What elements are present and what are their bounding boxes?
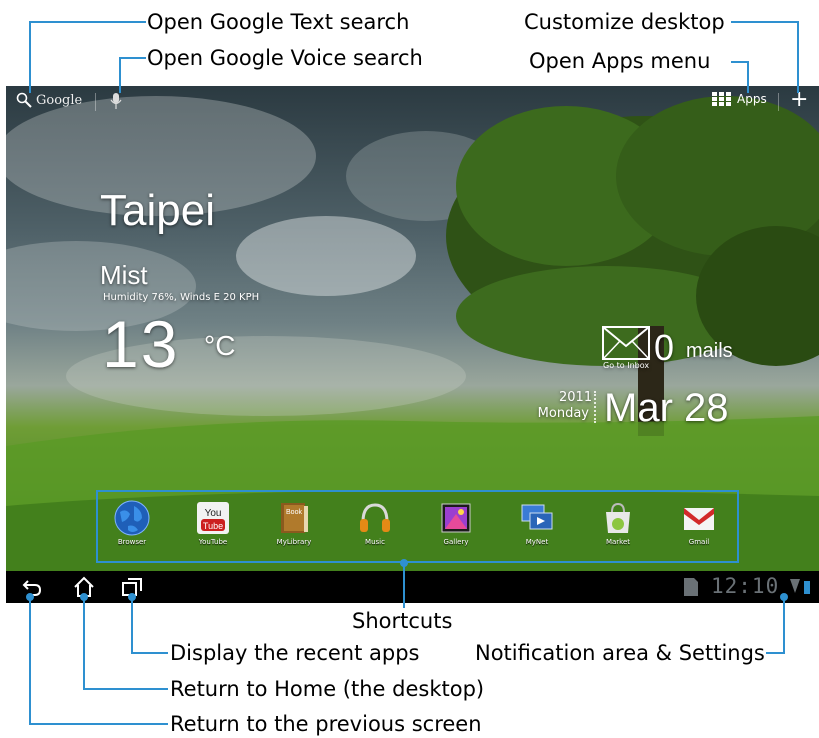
date-weekday: Monday <box>537 406 589 421</box>
shortcut-mylibrary[interactable]: Book MyLibrary <box>264 500 324 546</box>
line-notifications <box>766 597 785 654</box>
recent-apps-icon[interactable] <box>120 575 144 599</box>
shortcut-youtube[interactable]: You Tube YouTube <box>183 500 243 546</box>
home-icon[interactable] <box>72 575 96 599</box>
date-day: Mar 28 <box>604 386 729 430</box>
line-back <box>29 597 168 725</box>
line-google-text <box>29 21 146 93</box>
customize-plus-icon[interactable]: + <box>790 89 808 111</box>
sd-card-icon <box>684 578 698 596</box>
weather-details: Humidity 76%, Winds E 20 KPH <box>103 292 260 303</box>
shortcut-label: Market <box>605 538 631 546</box>
book-icon: Book <box>281 503 308 533</box>
google-text-search-button[interactable]: Google <box>16 92 82 108</box>
shortcut-label: YouTube <box>198 538 228 546</box>
shortcut-label: Gallery <box>443 538 469 546</box>
callout-return-home: Return to Home (the desktop) <box>170 677 485 701</box>
svg-text:You: You <box>205 508 222 519</box>
line-customize <box>731 21 799 93</box>
mail-count: 0 <box>654 327 675 368</box>
shortcut-music[interactable]: Music <box>345 500 405 546</box>
shortcuts-panel: Browser You Tube YouTube Book MyLibrary <box>96 490 739 563</box>
svg-text:Book: Book <box>286 509 302 516</box>
line-home <box>83 597 168 690</box>
shortcut-browser[interactable]: Browser <box>102 500 162 546</box>
apps-grid-icon <box>712 92 731 106</box>
mail-envelope-icon[interactable] <box>602 326 650 360</box>
shortcut-label: Gmail <box>688 538 710 546</box>
mynet-icon <box>521 504 553 530</box>
status-clock[interactable]: 12:10 <box>711 574 779 598</box>
youtube-icon: You Tube <box>197 502 229 534</box>
search-icon <box>16 92 32 108</box>
line-recent-apps <box>131 597 168 654</box>
callout-shortcuts: Shortcuts <box>352 609 453 633</box>
weather-unit: °C <box>204 330 236 361</box>
market-bag-icon <box>606 502 630 533</box>
callout-open-apps-menu: Open Apps menu <box>529 49 711 73</box>
shortcut-gmail[interactable]: Gmail <box>669 500 729 546</box>
google-search-label: Google <box>36 92 83 108</box>
shortcut-label: MyNet <box>525 538 549 546</box>
apps-label: Apps <box>737 92 767 106</box>
shortcut-label: Music <box>365 538 385 546</box>
shortcut-mynet[interactable]: MyNet <box>507 500 567 546</box>
callout-customize-desktop: Customize desktop <box>524 10 725 34</box>
callout-recent-apps: Display the recent apps <box>170 641 420 665</box>
back-icon[interactable] <box>20 575 44 599</box>
weather-city: Taipei <box>100 186 215 235</box>
tablet-home-screen: Google Apps + Taipei Mist Humidity 76%, … <box>6 86 819 603</box>
callout-return-previous: Return to the previous screen <box>170 712 482 736</box>
go-to-inbox-link[interactable]: Go to Inbox <box>603 361 649 370</box>
shortcut-market[interactable]: Market <box>588 500 648 546</box>
gallery-icon <box>441 503 471 533</box>
callout-google-text-search: Open Google Text search <box>147 10 410 34</box>
mail-label: mails <box>686 340 733 362</box>
weather-temperature: 13 <box>102 307 180 381</box>
weather-condition: Mist <box>100 260 148 290</box>
browser-globe-icon <box>114 500 150 536</box>
callout-notification-area: Notification area & Settings <box>475 641 765 665</box>
divider <box>778 93 779 111</box>
svg-text:Tube: Tube <box>203 521 223 531</box>
shortcut-label: Browser <box>117 538 147 546</box>
wifi-battery-icon[interactable] <box>790 579 814 595</box>
shortcut-gallery[interactable]: Gallery <box>426 500 486 546</box>
divider <box>95 93 96 111</box>
date-divider <box>594 391 598 423</box>
microphone-icon[interactable] <box>110 92 122 110</box>
gmail-icon <box>684 508 714 530</box>
top-bar: Google Apps + <box>6 86 819 118</box>
shortcut-label: MyLibrary <box>276 538 312 546</box>
apps-menu-button[interactable]: Apps <box>712 92 767 106</box>
headphones-icon <box>360 503 390 532</box>
callout-google-voice-search: Open Google Voice search <box>147 46 423 70</box>
system-bar: 12:10 <box>6 571 819 603</box>
date-year: 2011 <box>559 390 593 405</box>
